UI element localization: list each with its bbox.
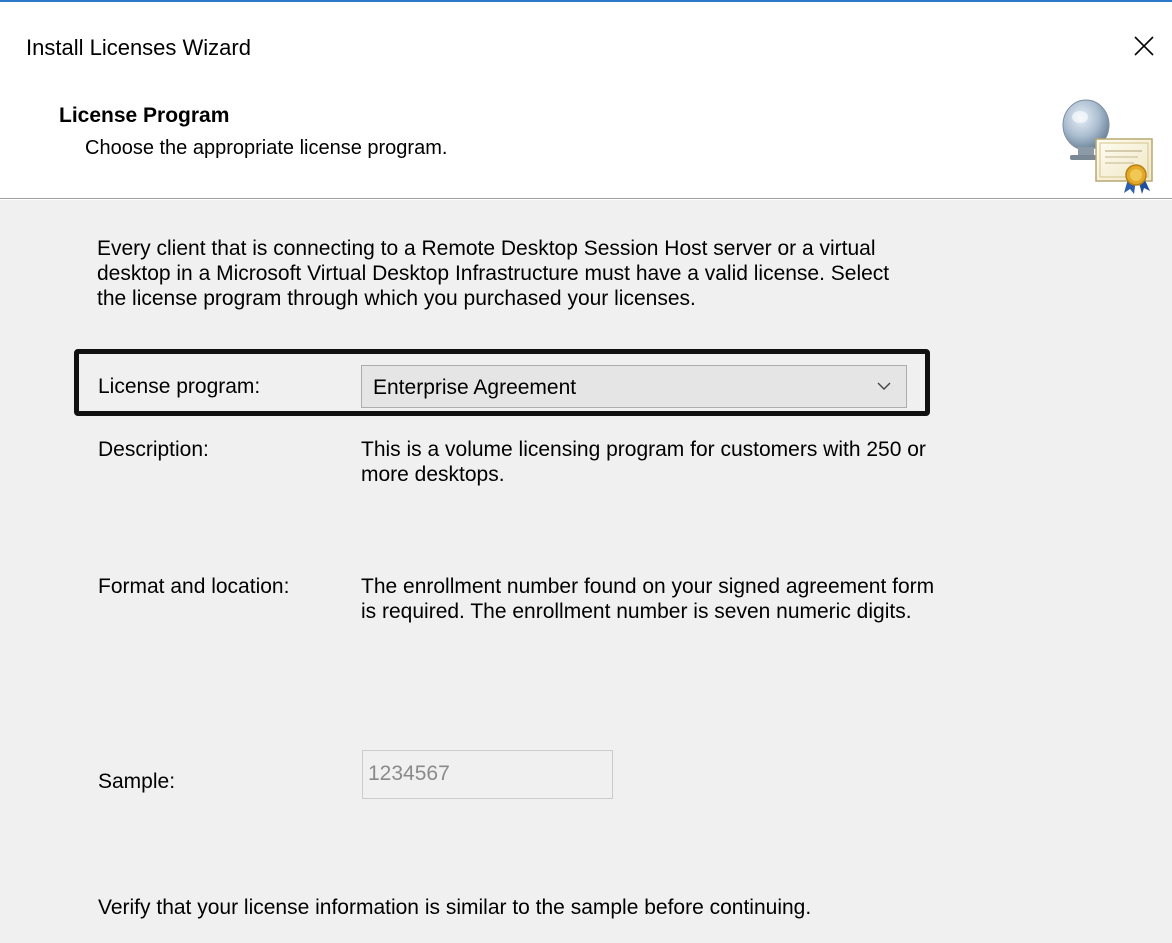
description-value: This is a volume licensing program for c… (361, 437, 1001, 487)
window-title: Install Licenses Wizard (26, 35, 251, 60)
sample-label: Sample: (98, 770, 176, 793)
chevron-down-icon (877, 382, 891, 390)
intro-text: Every client that is connecting to a Rem… (97, 236, 997, 311)
header-divider-highlight (0, 199, 1172, 200)
license-program-label: License program: (98, 375, 261, 398)
license-program-selected-value: Enterprise Agreement (373, 376, 577, 399)
intro-line: the license program through which you pu… (97, 287, 696, 310)
close-icon (1134, 36, 1154, 56)
format-location-label: Format and location: (98, 575, 290, 598)
wizard-header: License Program Choose the appropriate l… (0, 86, 1172, 198)
close-button[interactable] (1124, 26, 1164, 66)
format-line: The enrollment number found on your sign… (361, 575, 935, 598)
format-line: is required. The enrollment number is se… (361, 600, 912, 623)
title-bar[interactable]: Install Licenses Wizard (0, 2, 1172, 86)
format-location-value: The enrollment number found on your sign… (361, 574, 1001, 624)
intro-line: desktop in a Microsoft Virtual Desktop I… (97, 262, 890, 285)
sample-field: 1234567 (362, 750, 613, 799)
page-title: License Program (59, 104, 230, 127)
sample-value: 1234567 (368, 762, 450, 785)
intro-line: Every client that is connecting to a Rem… (97, 237, 876, 260)
description-line: more desktops. (361, 463, 505, 486)
description-label: Description: (98, 438, 209, 461)
description-line: This is a volume licensing program for c… (361, 438, 926, 461)
verify-text: Verify that your license information is … (98, 896, 812, 919)
license-certificate-icon (1058, 95, 1156, 195)
license-program-dropdown[interactable]: Enterprise Agreement (361, 365, 907, 408)
install-licenses-wizard-window: Install Licenses Wizard License Program … (0, 0, 1172, 943)
page-subtitle: Choose the appropriate license program. (85, 137, 448, 159)
